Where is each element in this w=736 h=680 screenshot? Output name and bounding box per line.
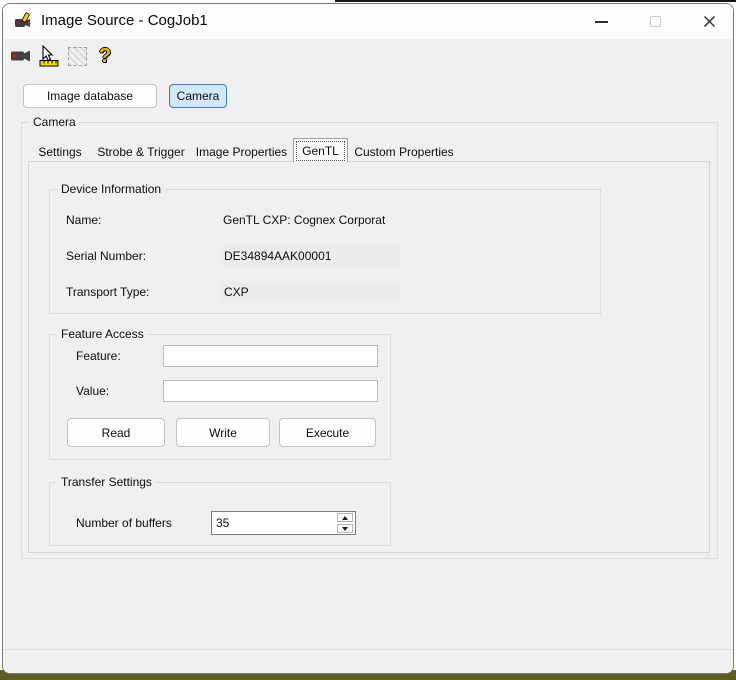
footer-strip bbox=[3, 649, 733, 673]
feature-input[interactable] bbox=[163, 345, 378, 367]
camera-groupbox-label: Camera bbox=[29, 115, 80, 129]
screen: Image Source - CogJob1 ? Image database … bbox=[0, 0, 736, 680]
arrow-down-icon bbox=[342, 526, 348, 531]
serial-number-label: Serial Number: bbox=[66, 249, 147, 263]
spinner-buttons bbox=[336, 513, 354, 533]
transport-type-value: CXP bbox=[221, 282, 400, 302]
name-value: GenTL CXP: Cognex Corporat bbox=[223, 213, 386, 227]
feature-label: Feature: bbox=[76, 349, 121, 363]
name-label: Name: bbox=[66, 213, 102, 227]
camera-button[interactable]: Camera bbox=[169, 84, 227, 108]
tab-gentl-label: GenTL bbox=[302, 143, 339, 158]
read-button-label: Read bbox=[101, 425, 131, 440]
close-icon bbox=[703, 16, 715, 27]
spin-up-button[interactable] bbox=[337, 513, 353, 522]
image-database-button[interactable]: Image database bbox=[23, 84, 157, 108]
image-grid-disabled-icon bbox=[65, 43, 89, 69]
camera-pencil-icon bbox=[15, 12, 31, 27]
number-of-buffers-stepper bbox=[211, 511, 356, 535]
video-camera-icon[interactable] bbox=[9, 43, 33, 69]
tab-image-properties-label: Image Properties bbox=[195, 145, 288, 159]
maximize-button[interactable] bbox=[631, 4, 679, 39]
serial-number-value: DE34894AAK00001 bbox=[221, 246, 400, 266]
tab-custom-properties-label: Custom Properties bbox=[354, 145, 454, 159]
write-button[interactable]: Write bbox=[176, 418, 270, 447]
close-button[interactable] bbox=[685, 4, 733, 39]
arrow-up-icon bbox=[342, 515, 348, 520]
help-glyph: ? bbox=[98, 44, 112, 67]
execute-button[interactable]: Execute bbox=[279, 418, 376, 447]
tab-settings-label: Settings bbox=[38, 145, 82, 159]
tab-strobe-trigger[interactable]: Strobe & Trigger bbox=[91, 142, 191, 162]
transport-type-label: Transport Type: bbox=[66, 285, 150, 299]
pointer-ruler-icon[interactable] bbox=[37, 43, 61, 69]
image-source-dialog: Image Source - CogJob1 ? Image database … bbox=[2, 3, 734, 674]
execute-button-label: Execute bbox=[305, 425, 350, 440]
tab-image-properties[interactable]: Image Properties bbox=[191, 142, 292, 162]
feature-access-label: Feature Access bbox=[57, 327, 148, 341]
minimize-icon bbox=[594, 20, 608, 23]
maximize-icon bbox=[649, 16, 661, 27]
tab-custom-properties[interactable]: Custom Properties bbox=[348, 142, 460, 162]
device-information-label: Device Information bbox=[57, 182, 166, 196]
write-button-label: Write bbox=[209, 425, 237, 440]
transfer-settings-label: Transfer Settings bbox=[57, 475, 156, 489]
value-input[interactable] bbox=[163, 380, 378, 402]
desktop-edge-top bbox=[335, 0, 736, 2]
number-of-buffers-label: Number of buffers bbox=[76, 516, 172, 530]
tab-settings[interactable]: Settings bbox=[31, 142, 89, 162]
titlebar: Image Source - CogJob1 bbox=[3, 4, 733, 39]
spin-down-button[interactable] bbox=[337, 524, 353, 533]
help-icon[interactable]: ? bbox=[93, 43, 117, 69]
tab-strobe-trigger-label: Strobe & Trigger bbox=[97, 145, 185, 159]
value-label: Value: bbox=[76, 384, 110, 398]
transport-type-text: CXP bbox=[224, 285, 249, 299]
image-database-label: Image database bbox=[46, 89, 134, 103]
toolbar: ? bbox=[3, 39, 733, 77]
tab-gentl[interactable]: GenTL bbox=[293, 138, 348, 162]
minimize-button[interactable] bbox=[577, 4, 625, 39]
window-title: Image Source - CogJob1 bbox=[41, 12, 208, 29]
read-button[interactable]: Read bbox=[67, 418, 165, 447]
camera-button-label: Camera bbox=[176, 89, 220, 103]
number-of-buffers-input[interactable] bbox=[212, 512, 336, 534]
serial-number-text: DE34894AAK00001 bbox=[224, 249, 332, 263]
